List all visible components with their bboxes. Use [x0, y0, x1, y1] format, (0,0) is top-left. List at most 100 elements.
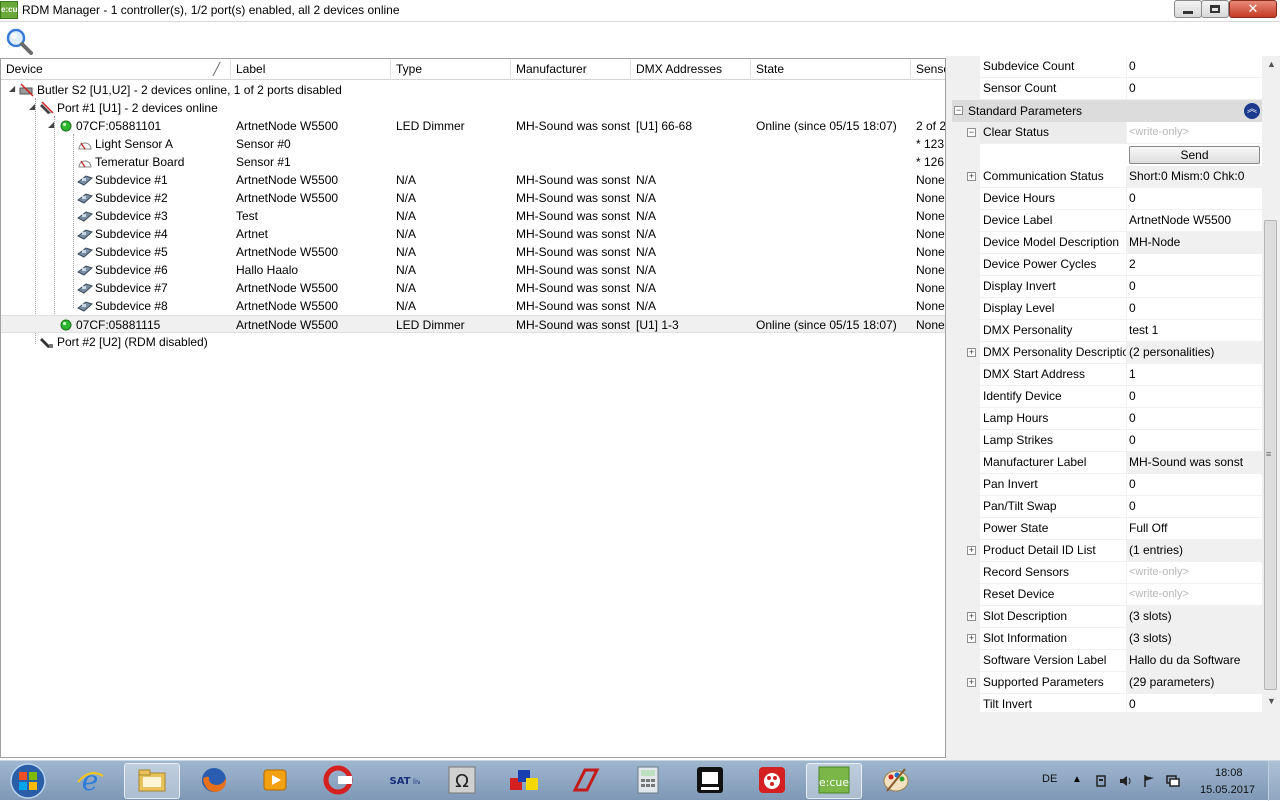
property-value[interactable]: Short:0 Mism:0 Chk:0	[1127, 166, 1262, 188]
column-header-manufacturer[interactable]: Manufacturer	[511, 59, 631, 80]
property-row[interactable]: Lamp Hours 0	[952, 408, 1262, 430]
property-value[interactable]: 0	[1127, 188, 1262, 210]
property-value[interactable]: 0	[1127, 474, 1262, 496]
property-row[interactable]: Subdevice Count 0	[952, 56, 1262, 78]
taskbar-paint-button[interactable]	[868, 763, 924, 799]
minimize-button[interactable]	[1174, 0, 1202, 18]
property-category[interactable]: − Standard Parameters ︽	[952, 100, 1262, 122]
property-row[interactable]: Pan Invert 0	[952, 474, 1262, 496]
property-row[interactable]: Lamp Strikes 0	[952, 430, 1262, 452]
property-row[interactable]: Identify Device 0	[952, 386, 1262, 408]
property-row[interactable]: Display Invert 0	[952, 276, 1262, 298]
collapse-icon[interactable]: −	[967, 128, 976, 137]
clock-time[interactable]: 18:08	[1215, 767, 1243, 779]
property-row[interactable]: Power State Full Off	[952, 518, 1262, 540]
column-header-dmx-addresses[interactable]: DMX Addresses	[631, 59, 751, 80]
property-row[interactable]: DMX Personality test 1	[952, 320, 1262, 342]
tree-row[interactable]: Light Sensor A Sensor #0 * 123.	[1, 135, 945, 153]
property-value[interactable]: test 1	[1127, 320, 1262, 342]
collapse-icon[interactable]: −	[954, 106, 963, 115]
property-row[interactable]: Device Label ArtnetNode W5500	[952, 210, 1262, 232]
property-row[interactable]: + Product Detail ID List (1 entries)	[952, 540, 1262, 562]
collapse-icon[interactable]: ◢	[29, 103, 37, 111]
property-value[interactable]: 0	[1127, 298, 1262, 320]
search-icon[interactable]	[4, 27, 34, 55]
property-value[interactable]: 0	[1127, 496, 1262, 518]
column-header-type[interactable]: Type	[391, 59, 511, 80]
property-value[interactable]: 0	[1127, 694, 1262, 712]
property-row[interactable]: Sensor Count 0	[952, 78, 1262, 100]
property-value[interactable]: (3 slots)	[1127, 606, 1262, 628]
property-value[interactable]: 0	[1127, 56, 1262, 78]
property-value[interactable]: MH-Sound was sonst	[1127, 452, 1262, 474]
taskbar-display-app-button[interactable]	[682, 763, 738, 799]
property-value[interactable]: Full Off	[1127, 518, 1262, 540]
property-row[interactable]: + Supported Parameters (29 parameters)	[952, 672, 1262, 694]
flag-icon[interactable]	[1142, 774, 1156, 788]
close-button[interactable]: ✕	[1229, 0, 1277, 18]
property-value[interactable]: 2	[1127, 254, 1262, 276]
tree-row[interactable]: Temeratur Board Sensor #1 * 126.	[1, 153, 945, 171]
collapse-icon[interactable]: ◢	[48, 121, 56, 129]
property-row[interactable]: Tilt Invert 0	[952, 694, 1262, 712]
vertical-scrollbar[interactable]: ▲ ≡ ▼	[1262, 56, 1280, 712]
tree-row[interactable]: ◢ 07CF:05881101 ArtnetNode W5500 LED Dimmer…	[1, 117, 945, 135]
property-row[interactable]: Send	[952, 144, 1262, 166]
tree-row[interactable]: Port #2 [U2] (RDM disabled)	[1, 333, 945, 351]
show-desktop-button[interactable]	[1268, 761, 1280, 801]
maximize-button[interactable]	[1201, 0, 1229, 18]
property-value[interactable]: 0	[1127, 276, 1262, 298]
property-value[interactable]: 0	[1127, 386, 1262, 408]
property-row[interactable]: DMX Start Address 1	[952, 364, 1262, 386]
tree-row[interactable]: Subdevice #3 Test N/A MH-Sound was sonst N/A…	[1, 207, 945, 225]
tree-row[interactable]: Subdevice #7 ArtnetNode W5500 N/A MH-Sound …	[1, 279, 945, 297]
tree-row[interactable]: Subdevice #8 ArtnetNode W5500 N/A MH-Sound …	[1, 297, 945, 315]
property-value[interactable]: (2 personalities)	[1127, 342, 1262, 364]
property-row[interactable]: + Slot Description (3 slots)	[952, 606, 1262, 628]
tree-row[interactable]: 07CF:05881115 ArtnetNode W5500 LED Dimmer M…	[1, 315, 945, 333]
property-row[interactable]: Record Sensors <write-only>	[952, 562, 1262, 584]
column-header-state[interactable]: State	[751, 59, 911, 80]
tree-row[interactable]: Subdevice #1 ArtnetNode W5500 N/A MH-Sound …	[1, 171, 945, 189]
property-row[interactable]: + Slot Information (3 slots)	[952, 628, 1262, 650]
scrollbar-thumb[interactable]: ≡	[1264, 220, 1277, 690]
taskbar-calculator-button[interactable]	[620, 763, 676, 799]
property-value[interactable]: (29 parameters)	[1127, 672, 1262, 694]
tray-expand-icon[interactable]: ▲	[1072, 774, 1086, 788]
property-row[interactable]: + DMX Personality Description (2 personali…	[952, 342, 1262, 364]
tree-row[interactable]: Subdevice #2 ArtnetNode W5500 N/A MH-Sound …	[1, 189, 945, 207]
scroll-down-icon[interactable]: ▼	[1267, 696, 1276, 706]
column-header-label[interactable]: Label	[231, 59, 391, 80]
tree-row[interactable]: Subdevice #4 Artnet N/A MH-Sound was sonst N…	[1, 225, 945, 243]
collapse-icon[interactable]: ◢	[9, 85, 17, 93]
property-value[interactable]: (1 entries)	[1127, 540, 1262, 562]
network-icon[interactable]	[1166, 774, 1180, 788]
property-row[interactable]: Pan/Tilt Swap 0	[952, 496, 1262, 518]
property-row[interactable]: Device Hours 0	[952, 188, 1262, 210]
taskbar-color-squares-app-button[interactable]	[496, 763, 552, 799]
scroll-up-icon[interactable]: ▲	[1267, 59, 1276, 69]
expand-icon[interactable]: +	[967, 348, 976, 357]
device-tree[interactable]: Device ╱ Label Type Manufacturer DMX Add…	[0, 58, 946, 758]
property-value[interactable]: <write-only>	[1127, 122, 1262, 144]
property-value[interactable]: 0	[1127, 78, 1262, 100]
taskbar-file-explorer-button[interactable]	[124, 763, 180, 799]
property-row[interactable]: Manufacturer Label MH-Sound was sonst	[952, 452, 1262, 474]
expand-icon[interactable]: +	[967, 172, 976, 181]
property-grid[interactable]: Subdevice Count 0 Sensor Count 0− Standard P…	[952, 56, 1280, 712]
collapse-up-icon[interactable]: ︽	[1244, 103, 1260, 119]
expand-icon[interactable]: +	[967, 546, 976, 555]
taskbar-media-player-button[interactable]	[248, 763, 304, 799]
taskbar-firefox-button[interactable]	[186, 763, 242, 799]
taskbar-red-circle-app-button[interactable]	[744, 763, 800, 799]
expand-icon[interactable]: +	[967, 612, 976, 621]
property-row[interactable]: Reset Device <write-only>	[952, 584, 1262, 606]
property-value[interactable]: MH-Node	[1127, 232, 1262, 254]
property-value[interactable]: 0	[1127, 430, 1262, 452]
volume-icon[interactable]	[1118, 774, 1132, 788]
tree-row[interactable]: Subdevice #6 Hallo Haalo N/A MH-Sound was s…	[1, 261, 945, 279]
tree-row[interactable]: Subdevice #5 ArtnetNode W5500 N/A MH-Sound …	[1, 243, 945, 261]
taskbar-sat-live-button[interactable]: SATlive	[372, 763, 428, 799]
tree-row[interactable]: ◢ Butler S2 [U1,U2] - 2 devices online, 1…	[1, 81, 945, 99]
column-header-device[interactable]: Device	[1, 59, 231, 80]
